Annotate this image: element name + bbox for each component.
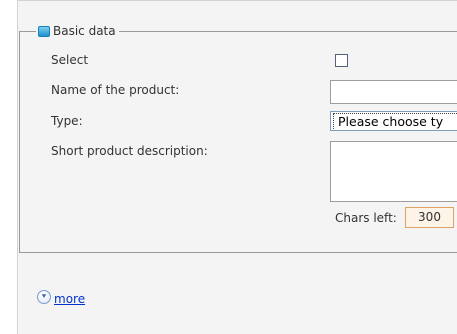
chars-left-counter: 300 bbox=[405, 207, 454, 228]
select-checkbox[interactable] bbox=[335, 54, 348, 67]
type-label: Type: bbox=[51, 114, 83, 128]
description-textarea[interactable] bbox=[330, 141, 457, 202]
select-label: Select bbox=[51, 53, 89, 67]
chars-left-label: Chars left: bbox=[335, 211, 397, 225]
type-select-value: Please choose ty bbox=[333, 113, 457, 130]
product-name-label: Name of the product: bbox=[51, 83, 180, 97]
more-link[interactable]: more bbox=[54, 291, 85, 307]
fieldset-legend: Basic data bbox=[36, 23, 119, 39]
product-name-input[interactable] bbox=[330, 80, 457, 104]
description-label: Short product description: bbox=[51, 144, 208, 158]
expand-down-icon[interactable]: ⯆ bbox=[37, 290, 51, 304]
type-select[interactable]: Please choose ty bbox=[330, 111, 457, 131]
section-box-icon bbox=[38, 25, 50, 37]
legend-label: Basic data bbox=[53, 24, 116, 38]
